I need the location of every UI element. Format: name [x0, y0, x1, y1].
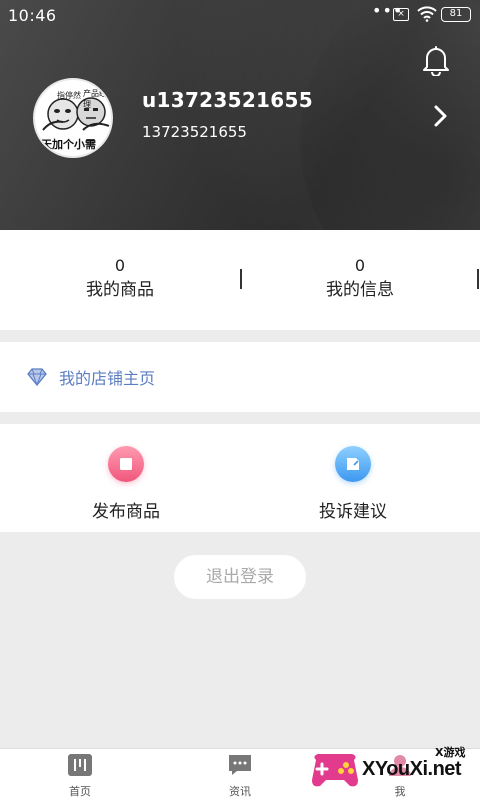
stat-my-products[interactable]: 0 我的商品: [0, 256, 240, 304]
complaint-suggestion-button[interactable]: 投诉建议: [293, 446, 413, 522]
stat-label: 我的商品: [86, 280, 154, 300]
publish-product-button[interactable]: 发布商品: [66, 446, 186, 522]
tab-news-label: 资讯: [229, 785, 251, 798]
battery-icon: 81: [441, 7, 471, 22]
wifi-icon: [417, 6, 437, 26]
tab-home[interactable]: 首页: [40, 753, 120, 799]
complaint-suggestion-label: 投诉建议: [319, 502, 387, 522]
watermark-small-text: X游戏: [435, 746, 466, 759]
actions-panel: 发布商品 投诉建议: [0, 424, 480, 532]
message-icon: [229, 755, 251, 775]
phone-number: 13723521655: [142, 123, 247, 141]
notification-bell-icon[interactable]: [422, 44, 450, 80]
username: u13723521655: [142, 88, 313, 112]
tab-home-label: 首页: [69, 785, 91, 798]
stats-card: 0 我的商品 0 我的信息: [0, 230, 480, 330]
publish-product-label: 发布商品: [92, 502, 160, 522]
avatar-tag-left: 指停然: [57, 91, 81, 100]
stat-label: 我的信息: [326, 280, 394, 300]
profile-header: 10:46 ••• × 81 指停然 产品经理 天加个小需 u137235216…: [0, 0, 480, 230]
watermark-text: XYouXi.net: [362, 758, 462, 780]
complaint-icon: [335, 446, 371, 482]
stat-divider: [477, 269, 479, 289]
status-bar: 10:46 ••• × 81: [0, 0, 480, 30]
watermark: XYouXi.net X游戏: [300, 740, 480, 800]
stat-value: 0: [354, 256, 366, 275]
avatar-caption: 天加个小需: [41, 138, 96, 151]
chevron-right-icon[interactable]: [433, 104, 449, 132]
gamepad-logo-icon: [308, 750, 362, 794]
status-time: 10:46: [8, 6, 57, 25]
my-shop-label: 我的店铺主页: [59, 369, 156, 388]
publish-icon: [108, 446, 144, 482]
my-shop-link[interactable]: 我的店铺主页: [0, 342, 480, 412]
avatar-tag-right: 产品经理: [83, 89, 107, 109]
avatar[interactable]: 指停然 产品经理 天加个小需: [33, 78, 113, 158]
tab-news[interactable]: 资讯: [200, 753, 280, 799]
home-icon: [68, 754, 92, 776]
no-sim-icon: ×: [393, 8, 409, 21]
stat-my-messages[interactable]: 0 我的信息: [240, 256, 480, 304]
logout-button[interactable]: 退出登录: [174, 555, 306, 599]
stat-value: 0: [114, 256, 126, 275]
diamond-icon: [26, 368, 48, 390]
